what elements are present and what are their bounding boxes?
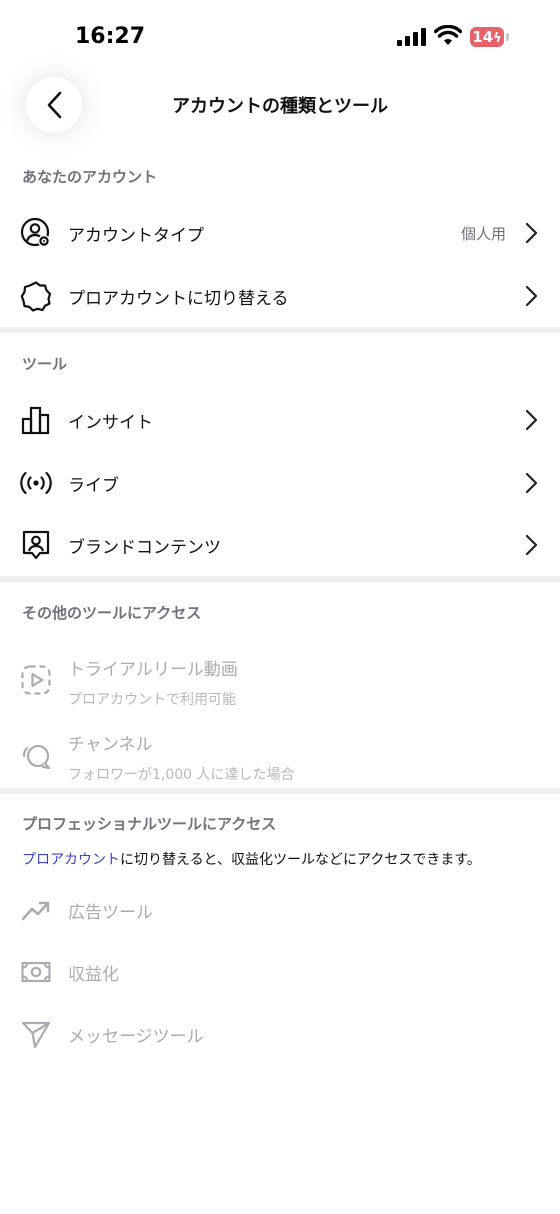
branded-content-icon <box>22 530 50 560</box>
row-label: ライブ <box>68 476 119 496</box>
row-ad-tools[interactable]: 広告ツール <box>0 879 560 941</box>
section-divider <box>0 788 560 794</box>
pro-tools-description: プロアカウントに切り替えると、収益化ツールなどにアクセスできます。 <box>22 849 481 869</box>
row-live[interactable]: ライブ <box>0 452 560 514</box>
chevron-right-icon <box>525 285 538 307</box>
chevron-right-icon <box>525 472 538 494</box>
account-settings-icon <box>20 217 50 247</box>
section-title-tools: ツール <box>22 355 68 373</box>
header: アカウントの種類とツール <box>0 70 560 140</box>
pro-account-link[interactable]: プロアカウント <box>22 852 120 868</box>
section-title-pro-tools: プロフェッショナルツールにアクセス <box>22 815 277 833</box>
row-label: 広告ツール <box>68 903 153 923</box>
row-label: プロアカウントに切り替える <box>68 289 289 309</box>
section-divider <box>0 327 560 333</box>
row-sublabel: プロアカウントで利用可能 <box>68 692 236 708</box>
row-label: インサイト <box>68 413 153 433</box>
section-title-your-account: あなたのアカウント <box>22 168 158 186</box>
live-broadcast-icon <box>20 471 52 495</box>
row-account-type[interactable]: アカウントタイプ 個人用 <box>0 202 560 264</box>
row-message-tools[interactable]: メッセージツール <box>0 1003 560 1065</box>
row-sublabel: フォロワーが1,000 人に達した場合 <box>68 767 295 783</box>
battery-indicator: 14ϟ <box>470 27 504 47</box>
status-bar: 16:27 14ϟ <box>0 0 560 70</box>
channel-icon <box>22 744 51 770</box>
trending-up-icon <box>21 901 50 921</box>
charging-bolt-icon: ϟ <box>493 31 502 46</box>
cellular-signal-icon <box>397 28 427 46</box>
row-label: メッセージツール <box>68 1027 204 1047</box>
badge-icon <box>20 281 52 312</box>
row-label: 収益化 <box>68 965 119 985</box>
chevron-right-icon <box>525 222 538 244</box>
chevron-right-icon <box>525 534 538 556</box>
row-channel[interactable]: チャンネル フォロワーが1,000 人に達した場合 <box>0 720 560 788</box>
chevron-right-icon <box>525 409 538 431</box>
row-label: ブランドコンテンツ <box>68 538 221 558</box>
row-monetization[interactable]: 収益化 <box>0 941 560 1003</box>
row-label: トライアルリール動画 <box>68 660 238 680</box>
page-title: アカウントの種類とツール <box>172 96 388 117</box>
pro-description-text: に切り替えると、収益化ツールなどにアクセスできます。 <box>120 852 481 868</box>
battery-level: 14 <box>472 28 494 46</box>
account-type-value: 個人用 <box>460 225 506 243</box>
bar-chart-icon <box>21 406 50 435</box>
money-icon <box>21 961 51 983</box>
wifi-icon <box>434 25 462 45</box>
section-title-other-tools: その他のツールにアクセス <box>22 604 202 622</box>
section-divider <box>0 576 560 582</box>
row-insights[interactable]: インサイト <box>0 389 560 451</box>
send-icon <box>21 1021 51 1049</box>
battery-nub <box>506 33 509 41</box>
row-label: チャンネル <box>68 735 153 755</box>
row-switch-to-pro[interactable]: プロアカウントに切り替える <box>0 265 560 327</box>
status-time: 16:27 <box>75 24 146 49</box>
reel-trial-icon <box>21 665 51 695</box>
row-trial-reels[interactable]: トライアルリール動画 プロアカウントで利用可能 <box>0 645 560 713</box>
row-label: アカウントタイプ <box>68 226 204 246</box>
row-branded-content[interactable]: ブランドコンテンツ <box>0 514 560 576</box>
screen: 16:27 14ϟ アカウントの種類とツール あなたのアカウント アカウントタイ… <box>0 0 560 1214</box>
